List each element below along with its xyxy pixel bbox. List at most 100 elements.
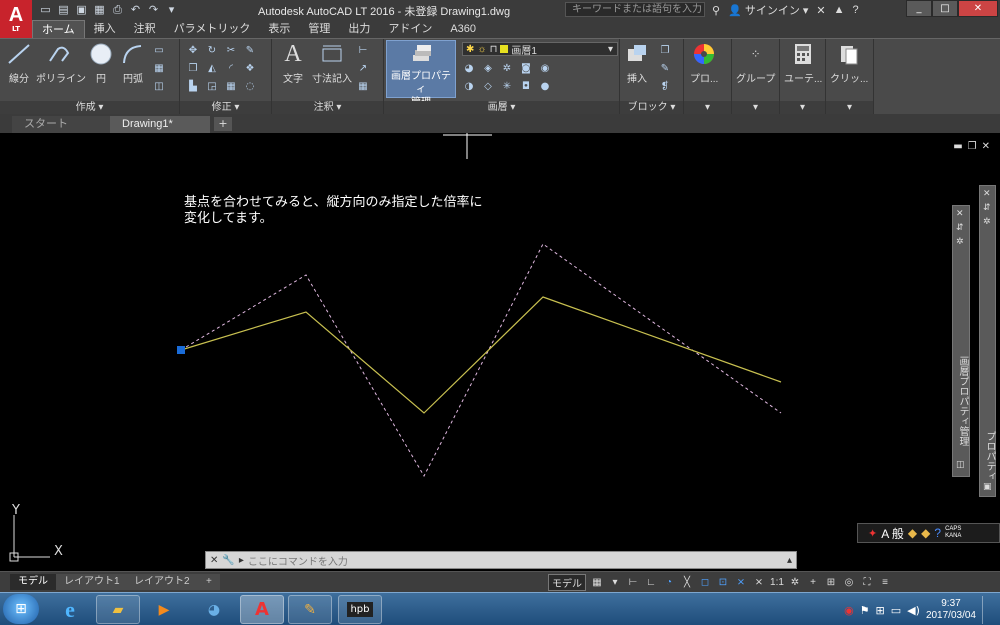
minimize-button[interactable]: _ [906,0,932,17]
tab-a360[interactable]: A360 [441,20,485,38]
palette-autohide-icon[interactable]: ⇵ [956,223,964,233]
line-tool[interactable]: 線分 [6,42,32,85]
drawing-area[interactable]: ▬ ❐ ✕ 基点を合わせてみると、縦方向のみ指定した倍率に 変化してます。 Y … [0,133,1000,571]
palette-close-icon[interactable]: ✕ [956,209,964,219]
start-button[interactable]: ⊞ [3,594,39,624]
command-history-icon[interactable]: ▴ [787,555,792,566]
layer-properties-button[interactable]: 画層プロパティ 管理 [386,40,456,108]
layers-panel-title[interactable]: 画層 ▾ [384,101,619,115]
rotate-icon[interactable]: ↻ [205,43,219,57]
binoculars-icon[interactable]: ⚲ [712,4,720,17]
layer-freeze-icon[interactable]: ✲ [500,61,514,75]
tray-flag-icon[interactable]: ⚑ [860,604,870,617]
maximize-button[interactable]: □ [932,0,958,17]
signin-button[interactable]: 👤 サインイン ▾ [728,2,808,18]
open-file-icon[interactable]: ▤ [56,2,71,17]
qat-dropdown-icon[interactable]: ▾ [164,2,179,17]
layer-lock-icon[interactable]: ◙ [519,61,533,75]
command-input[interactable]: ここにコマンドを入力 [248,553,348,568]
layer-off-icon[interactable]: ◕ [462,61,476,75]
annotation-panel-title[interactable]: 注釈 ▾ [272,101,383,115]
fillet-icon[interactable]: ◜ [224,61,238,75]
infer-icon[interactable]: ⊢ [626,574,640,591]
tab-drawing1[interactable]: Drawing1* ✕ [110,116,210,147]
table-icon[interactable]: ▦ [356,79,370,93]
properties-close-icon[interactable]: ✕ [983,189,991,199]
properties-autohide-icon[interactable]: ⇵ [983,203,991,213]
clipboard-tool[interactable]: クリッ... [830,42,868,85]
layout-tab-2[interactable]: レイアウト2 [126,574,198,590]
base-point-grip[interactable] [177,346,185,354]
layout-tab-model[interactable]: モデル [10,574,56,590]
annotation-visibility-icon[interactable]: ⨯ [734,574,748,591]
move-icon[interactable]: ✥ [186,43,200,57]
offset-icon[interactable]: ◌ [243,79,257,93]
tab-start[interactable]: スタート [12,116,110,133]
a360-icon[interactable]: ▲ [834,4,845,16]
region-icon[interactable]: ◫ [152,79,166,93]
paint-icon[interactable]: ✎ [288,595,332,624]
explode-icon[interactable]: ❖ [243,61,257,75]
ime-toolbar[interactable]: ✦ A 般 ◆ ◆ ? CAPS KANA [857,523,1000,543]
snap-dropdown-icon[interactable]: ▾ [608,574,622,591]
utilities-panel-expand[interactable]: ▾ [780,101,825,115]
annotation-monitor-icon[interactable]: + [806,574,820,591]
copy-icon[interactable]: ❐ [186,61,200,75]
save-as-icon[interactable]: ▦ [92,2,107,17]
tray-network-icon[interactable]: ⊞ [876,604,885,617]
add-layout-button[interactable]: + [198,574,220,590]
tab-insert[interactable]: 挿入 [85,20,125,38]
save-icon[interactable]: ▣ [74,2,89,17]
show-desktop-button[interactable] [982,596,992,624]
search-input[interactable]: キーワードまたは語句を入力 [565,2,705,17]
object-snap-icon[interactable]: ◻ [698,574,712,591]
workspace-gear-icon[interactable]: ✲ [788,574,802,591]
tab-addins[interactable]: アドイン [379,20,441,38]
ime-mode[interactable]: A 般 [881,525,904,542]
media-player-icon[interactable]: ▶ [142,595,186,624]
model-space-button[interactable]: モデル [548,574,586,591]
erase-icon[interactable]: ✎ [243,43,257,57]
layer-match-icon[interactable]: ◉ [538,61,552,75]
scale-icon[interactable]: ◲ [205,79,219,93]
units-icon[interactable]: ⊞ [824,574,838,591]
attribute-icon[interactable]: ❡ [658,79,672,93]
match-properties-tool[interactable]: プロ... [690,42,718,85]
rectangle-icon[interactable]: ▭ [152,43,166,57]
clipboard-panel-expand[interactable]: ▾ [826,101,873,115]
exchange-icon[interactable]: ✕ [816,4,825,17]
isodraft-icon[interactable]: ╳ [680,574,694,591]
layout-tab-1[interactable]: レイアウト1 [56,574,128,590]
tab-parametric[interactable]: パラメトリック [165,20,260,38]
properties-panel-expand[interactable]: ▾ [684,101,731,115]
auto-scale-icon[interactable]: ⨯ [752,574,766,591]
modify-panel-title[interactable]: 修正 ▾ [180,101,271,115]
create-block-icon[interactable]: ❐ [658,43,672,57]
properties-settings-icon[interactable]: ✲ [983,217,991,227]
stretch-icon[interactable]: ▙ [186,79,200,93]
insert-tool[interactable]: 挿入 [624,42,650,85]
tab-home[interactable]: ホーム [32,20,85,38]
circle-tool[interactable]: 円 [88,42,114,85]
array-icon[interactable]: ▦ [224,79,238,93]
new-file-icon[interactable]: ▭ [38,2,53,17]
clock[interactable]: 9:37 2017/03/04 [926,598,976,622]
isolate-objects-icon[interactable]: ◎ [842,574,856,591]
grid-icon[interactable]: ▦ [590,574,604,591]
layer-thaw-icon[interactable]: ✳ [500,79,514,93]
layer-isolate-icon[interactable]: ◈ [481,61,495,75]
polar-icon[interactable]: ◔ [662,574,676,591]
redo-icon[interactable]: ↷ [146,2,161,17]
layer-dropdown[interactable]: ✱ ☼ ⊓ 画層1 ▾ [462,42,618,57]
hatch-icon[interactable]: ▦ [152,61,166,75]
text-tool[interactable]: A 文字 [280,41,306,86]
arc-tool[interactable]: 円弧 [120,42,146,85]
thunderbird-icon[interactable]: ◕ [192,595,236,624]
block-panel-title[interactable]: ブロック ▾ [620,101,683,115]
tools-icon[interactable]: ◆ [921,526,930,540]
hpb-icon[interactable]: hpb [338,595,382,624]
dimension-tool[interactable]: 寸法記入 [312,42,352,85]
app-menu-button[interactable]: A LT [0,0,32,38]
ime-help-icon[interactable]: ? [934,526,941,540]
command-customize-icon[interactable]: 🔧 [222,555,234,566]
